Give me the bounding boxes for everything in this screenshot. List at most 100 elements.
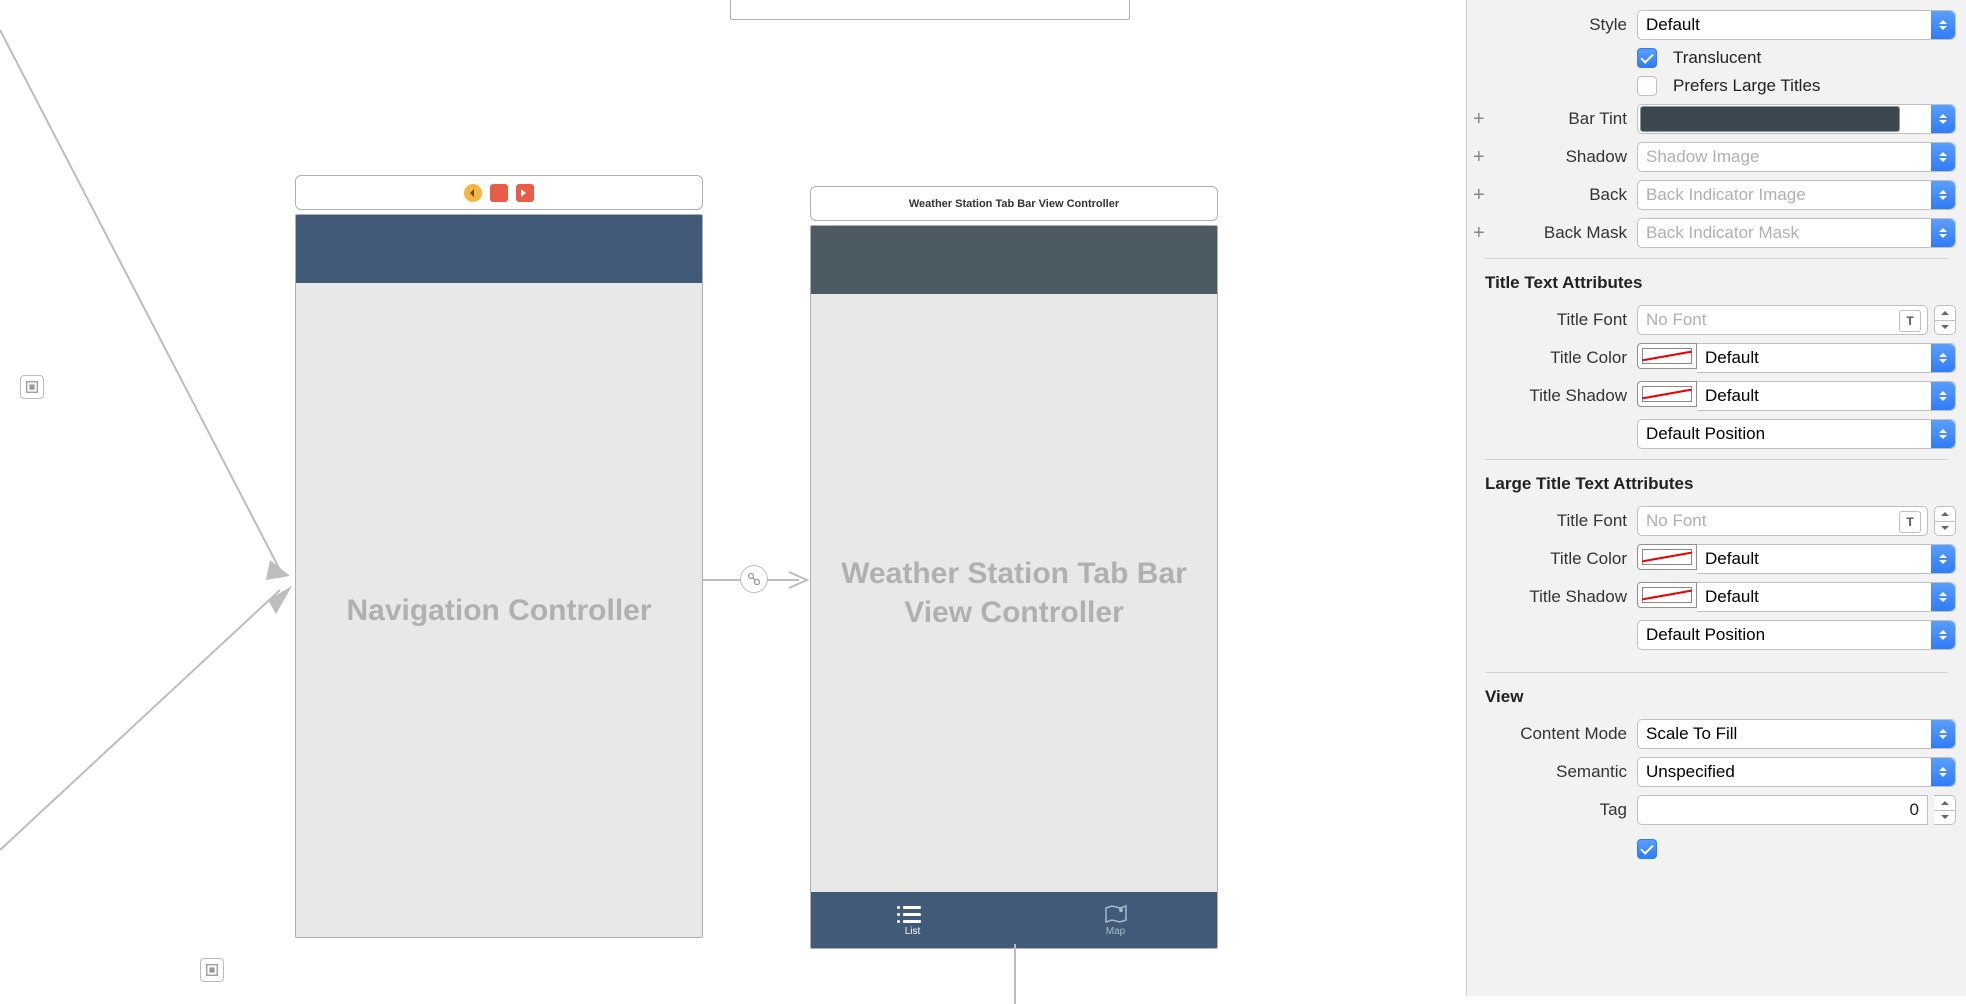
tab-bar-item-list[interactable]: List bbox=[811, 892, 1014, 948]
tab-bar-item-map[interactable]: Map bbox=[1014, 892, 1217, 948]
title-shadow-swatch[interactable] bbox=[1637, 381, 1697, 407]
bar-tint-color-well[interactable] bbox=[1640, 106, 1900, 132]
content-mode-value: Scale To Fill bbox=[1646, 724, 1737, 744]
title-shadow-select[interactable]: Default bbox=[1697, 381, 1956, 411]
scene-content: Weather Station Tab Bar View Controller bbox=[811, 294, 1217, 892]
dropdown-arrows-icon bbox=[1931, 583, 1955, 611]
back-icon bbox=[464, 184, 482, 202]
scene-content-label: Navigation Controller bbox=[316, 591, 681, 630]
large-title-font-field[interactable]: No Font T bbox=[1637, 506, 1928, 536]
title-font-placeholder: No Font bbox=[1646, 310, 1706, 330]
tag-stepper[interactable] bbox=[1934, 795, 1956, 825]
style-select[interactable]: Default bbox=[1637, 10, 1956, 40]
shadow-image-select[interactable]: Shadow Image bbox=[1637, 142, 1956, 172]
scene-titlebar[interactable]: Weather Station Tab Bar View Controller bbox=[810, 186, 1218, 221]
prefers-large-titles-label: Prefers Large Titles bbox=[1673, 76, 1820, 96]
scene-weather-station[interactable]: Weather Station Tab Bar View Controller … bbox=[810, 186, 1218, 949]
content-mode-select[interactable]: Scale To Fill bbox=[1637, 719, 1956, 749]
translucent-label: Translucent bbox=[1673, 48, 1761, 68]
segue-wire-down bbox=[1010, 944, 1020, 1004]
scrollbar-thumb[interactable] bbox=[1466, 530, 1467, 620]
partial-checkbox[interactable] bbox=[1637, 839, 1657, 859]
dropdown-arrows-icon bbox=[1931, 621, 1955, 649]
title-position-select[interactable]: Default Position bbox=[1637, 419, 1956, 449]
semantic-label: Semantic bbox=[1477, 762, 1637, 782]
content-mode-label: Content Mode bbox=[1477, 724, 1637, 744]
font-picker-icon[interactable]: T bbox=[1899, 310, 1921, 332]
large-title-text-attributes-header: Large Title Text Attributes bbox=[1467, 460, 1966, 502]
title-color-label: Title Color bbox=[1477, 348, 1637, 368]
tag-input[interactable]: 0 bbox=[1637, 795, 1928, 825]
large-title-shadow-select[interactable]: Default bbox=[1697, 582, 1956, 612]
segue-kind-icon[interactable] bbox=[740, 565, 768, 593]
segue-dock-icon[interactable] bbox=[200, 958, 224, 982]
dropdown-arrows-icon bbox=[1931, 420, 1955, 448]
prefers-large-titles-checkbox[interactable] bbox=[1637, 76, 1657, 96]
semantic-value: Unspecified bbox=[1646, 762, 1735, 782]
back-image-select[interactable]: Back Indicator Image bbox=[1637, 180, 1956, 210]
dropdown-arrows-icon bbox=[1931, 11, 1955, 39]
semantic-select[interactable]: Unspecified bbox=[1637, 757, 1956, 787]
shadow-label: Shadow bbox=[1493, 147, 1637, 167]
scene-navigation-controller[interactable]: Navigation Controller bbox=[295, 175, 703, 938]
scene-body[interactable]: Weather Station Tab Bar View Controller … bbox=[810, 225, 1218, 949]
large-title-color-swatch[interactable] bbox=[1637, 544, 1697, 570]
large-title-shadow-value: Default bbox=[1705, 587, 1759, 607]
scene-partial-top bbox=[730, 0, 1130, 20]
tab-label: List bbox=[905, 926, 921, 937]
shadow-placeholder: Shadow Image bbox=[1646, 147, 1759, 167]
scene-titlebar[interactable] bbox=[295, 175, 703, 210]
title-font-field[interactable]: No Font T bbox=[1637, 305, 1928, 335]
large-title-font-label: Title Font bbox=[1477, 511, 1637, 531]
large-title-color-label: Title Color bbox=[1477, 549, 1637, 569]
add-button[interactable]: + bbox=[1473, 222, 1485, 245]
large-title-shadow-swatch[interactable] bbox=[1637, 582, 1697, 608]
dropdown-arrows-icon bbox=[1931, 181, 1955, 209]
storyboard-canvas[interactable]: Navigation Controller Weather Station Ta… bbox=[0, 0, 1450, 996]
dropdown-arrows-icon bbox=[1931, 720, 1955, 748]
add-button[interactable]: + bbox=[1473, 184, 1485, 207]
large-title-shadow-label: Title Shadow bbox=[1477, 587, 1637, 607]
scene-titlebar-label: Weather Station Tab Bar View Controller bbox=[909, 198, 1119, 210]
tab-label: Map bbox=[1106, 926, 1125, 937]
tag-value: 0 bbox=[1910, 800, 1919, 820]
dropdown-arrows-icon bbox=[1931, 758, 1955, 786]
back-mask-select[interactable]: Back Indicator Mask bbox=[1637, 218, 1956, 248]
navigation-bar[interactable] bbox=[296, 215, 702, 283]
scene-content-label: Weather Station Tab Bar View Controller bbox=[811, 554, 1217, 632]
dropdown-arrows-icon bbox=[1931, 344, 1955, 372]
translucent-checkbox[interactable] bbox=[1637, 48, 1657, 68]
dropdown-arrows-icon bbox=[1931, 105, 1955, 133]
list-icon bbox=[901, 904, 925, 924]
font-stepper[interactable] bbox=[1934, 506, 1956, 536]
style-value: Default bbox=[1646, 15, 1700, 35]
scene-content: Navigation Controller bbox=[296, 283, 702, 937]
title-color-swatch[interactable] bbox=[1637, 343, 1697, 369]
tab-bar[interactable]: List Map bbox=[811, 892, 1217, 948]
large-title-position-value: Default Position bbox=[1646, 625, 1765, 645]
back-label: Back bbox=[1493, 185, 1637, 205]
navigation-bar[interactable] bbox=[811, 226, 1217, 294]
dropdown-arrows-icon bbox=[1931, 219, 1955, 247]
font-stepper[interactable] bbox=[1934, 305, 1956, 335]
scene-body[interactable]: Navigation Controller bbox=[295, 214, 703, 938]
dropdown-arrows-icon bbox=[1931, 143, 1955, 171]
attributes-inspector[interactable]: Style Default Translucent Prefers Large … bbox=[1466, 0, 1966, 996]
add-button[interactable]: + bbox=[1473, 146, 1485, 169]
dropdown-arrows-icon bbox=[1931, 382, 1955, 410]
bar-tint-label: Bar Tint bbox=[1493, 109, 1637, 129]
segue-dock-icon[interactable] bbox=[20, 375, 44, 399]
large-title-position-select[interactable]: Default Position bbox=[1637, 620, 1956, 650]
view-section-header: View bbox=[1467, 673, 1966, 715]
back-placeholder: Back Indicator Image bbox=[1646, 185, 1806, 205]
title-color-select[interactable]: Default bbox=[1697, 343, 1956, 373]
dropdown-arrows-icon bbox=[1931, 545, 1955, 573]
title-font-label: Title Font bbox=[1477, 310, 1637, 330]
large-title-color-select[interactable]: Default bbox=[1697, 544, 1956, 574]
back-mask-placeholder: Back Indicator Mask bbox=[1646, 223, 1799, 243]
bar-tint-select[interactable] bbox=[1637, 104, 1956, 134]
title-position-value: Default Position bbox=[1646, 424, 1765, 444]
title-text-attributes-header: Title Text Attributes bbox=[1467, 259, 1966, 301]
add-button[interactable]: + bbox=[1473, 108, 1485, 131]
font-picker-icon[interactable]: T bbox=[1899, 511, 1921, 533]
